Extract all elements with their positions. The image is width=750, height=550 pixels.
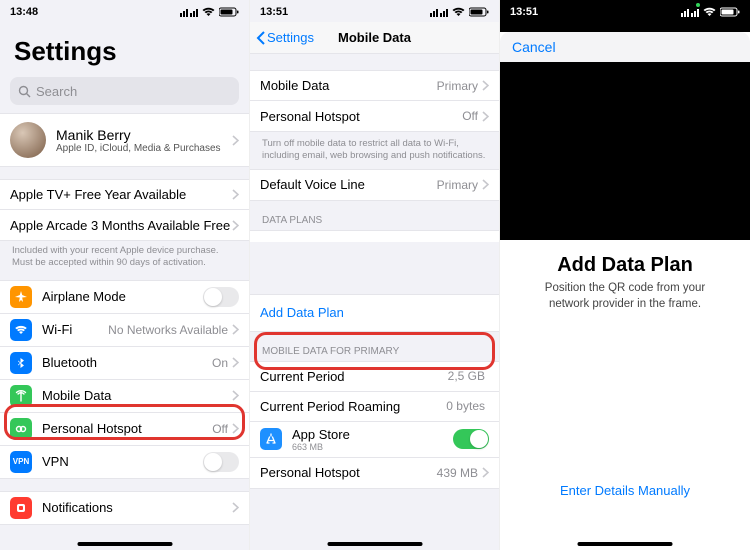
vpn-toggle[interactable]: [203, 452, 239, 472]
home-indicator[interactable]: [77, 542, 172, 546]
section-mobile-data-primary: MOBILE DATA FOR PRIMARY: [250, 332, 499, 361]
sheet-subtitle: Position the QR code from your network p…: [500, 277, 750, 312]
chevron-right-icon: [232, 423, 239, 434]
app-store-usage-row[interactable]: App Store 663 MB: [250, 422, 499, 458]
chevron-right-icon: [482, 111, 489, 122]
chevron-right-icon: [232, 135, 239, 146]
back-button[interactable]: Settings: [256, 30, 314, 45]
personal-hotspot-usage-row[interactable]: Personal Hotspot 439 MB: [250, 458, 499, 488]
sheet-header: Cancel: [500, 32, 750, 62]
bluetooth-row[interactable]: Bluetooth On: [0, 347, 249, 380]
promo-footnote: Included with your recent Apple device p…: [0, 241, 249, 280]
navbar: Settings Mobile Data: [250, 22, 499, 54]
wifi-icon: [703, 7, 716, 17]
status-bar: 13:51: [250, 0, 499, 22]
chevron-right-icon: [232, 390, 239, 401]
chevron-right-icon: [482, 179, 489, 190]
promo-appletv-row[interactable]: Apple TV+ Free Year Available: [0, 180, 249, 210]
cancel-button[interactable]: Cancel: [512, 39, 556, 55]
promo-arcade-row[interactable]: Apple Arcade 3 Months Available Free: [0, 210, 249, 240]
battery-icon: [469, 7, 489, 17]
app-store-icon: [260, 428, 282, 450]
mobile-data-row[interactable]: Mobile Data: [0, 380, 249, 413]
search-placeholder: Search: [36, 84, 77, 99]
personal-hotspot-setting-row[interactable]: Personal Hotspot Off: [250, 101, 499, 131]
camera-active-dot: [696, 3, 700, 7]
sheet-title: Add Data Plan: [500, 254, 750, 277]
navbar-title: Mobile Data: [338, 30, 411, 45]
personal-hotspot-row[interactable]: Personal Hotspot Off: [0, 413, 249, 446]
home-indicator[interactable]: [578, 542, 673, 546]
bt-detail: On: [212, 356, 228, 370]
add-data-plan-row[interactable]: Add Data Plan: [250, 295, 499, 331]
bluetooth-icon: [10, 352, 32, 374]
chevron-right-icon: [232, 502, 239, 513]
dual-signal-icon: [681, 7, 699, 17]
current-period-roaming-row: Current Period Roaming 0 bytes: [250, 392, 499, 422]
app-store-size: 663 MB: [292, 442, 453, 452]
wifi-icon: [202, 7, 215, 17]
mobile-data-footnote: Turn off mobile data to restrict all dat…: [250, 132, 499, 169]
avatar: [10, 122, 46, 158]
user-name: Manik Berry: [56, 127, 232, 143]
status-time: 13:51: [510, 6, 538, 18]
chevron-right-icon: [232, 220, 239, 231]
app-store-label: App Store: [292, 427, 453, 442]
app-store-toggle[interactable]: [453, 429, 489, 449]
notifications-icon: [10, 497, 32, 519]
notifications-row[interactable]: Notifications: [0, 492, 249, 524]
home-indicator[interactable]: [327, 542, 422, 546]
chevron-right-icon: [232, 189, 239, 200]
section-data-plans: DATA PLANS: [250, 201, 499, 230]
mobile-data-setting-row[interactable]: Mobile Data Primary: [250, 71, 499, 101]
default-voice-line-row[interactable]: Default Voice Line Primary: [250, 170, 499, 200]
wifi-icon: [10, 319, 32, 341]
chevron-right-icon: [482, 80, 489, 91]
status-time: 13:48: [10, 6, 38, 18]
wifi-icon: [452, 7, 465, 17]
vpn-row[interactable]: VPN VPN: [0, 446, 249, 478]
vpn-icon: VPN: [10, 451, 32, 473]
airplane-mode-row[interactable]: Airplane Mode: [0, 281, 249, 314]
status-bar: 13:48: [0, 0, 249, 22]
airplane-icon: [10, 286, 32, 308]
wifi-row[interactable]: Wi-Fi No Networks Available: [0, 314, 249, 347]
wifi-detail: No Networks Available: [108, 323, 228, 337]
antenna-icon: [10, 385, 32, 407]
camera-viewport: [500, 62, 750, 240]
airplane-toggle[interactable]: [203, 287, 239, 307]
current-period-row: Current Period 2,5 GB: [250, 362, 499, 392]
page-title: Settings: [0, 22, 249, 73]
enter-details-manually-link[interactable]: Enter Details Manually: [500, 483, 750, 498]
battery-icon: [720, 7, 740, 17]
search-input[interactable]: Search: [10, 77, 239, 105]
chevron-right-icon: [232, 324, 239, 335]
status-time: 13:51: [260, 6, 288, 18]
apple-id-row[interactable]: Manik Berry Apple ID, iCloud, Media & Pu…: [0, 114, 249, 166]
status-bar: 13:51: [500, 0, 750, 22]
hotspot-detail: Off: [212, 422, 228, 436]
dual-signal-icon: [430, 7, 448, 17]
chevron-right-icon: [232, 357, 239, 368]
chevron-left-icon: [256, 31, 265, 45]
dual-signal-icon: [180, 7, 198, 17]
search-icon: [18, 85, 31, 98]
chevron-right-icon: [482, 467, 489, 478]
battery-icon: [219, 7, 239, 17]
hotspot-icon: [10, 418, 32, 440]
user-sub: Apple ID, iCloud, Media & Purchases: [56, 143, 232, 154]
